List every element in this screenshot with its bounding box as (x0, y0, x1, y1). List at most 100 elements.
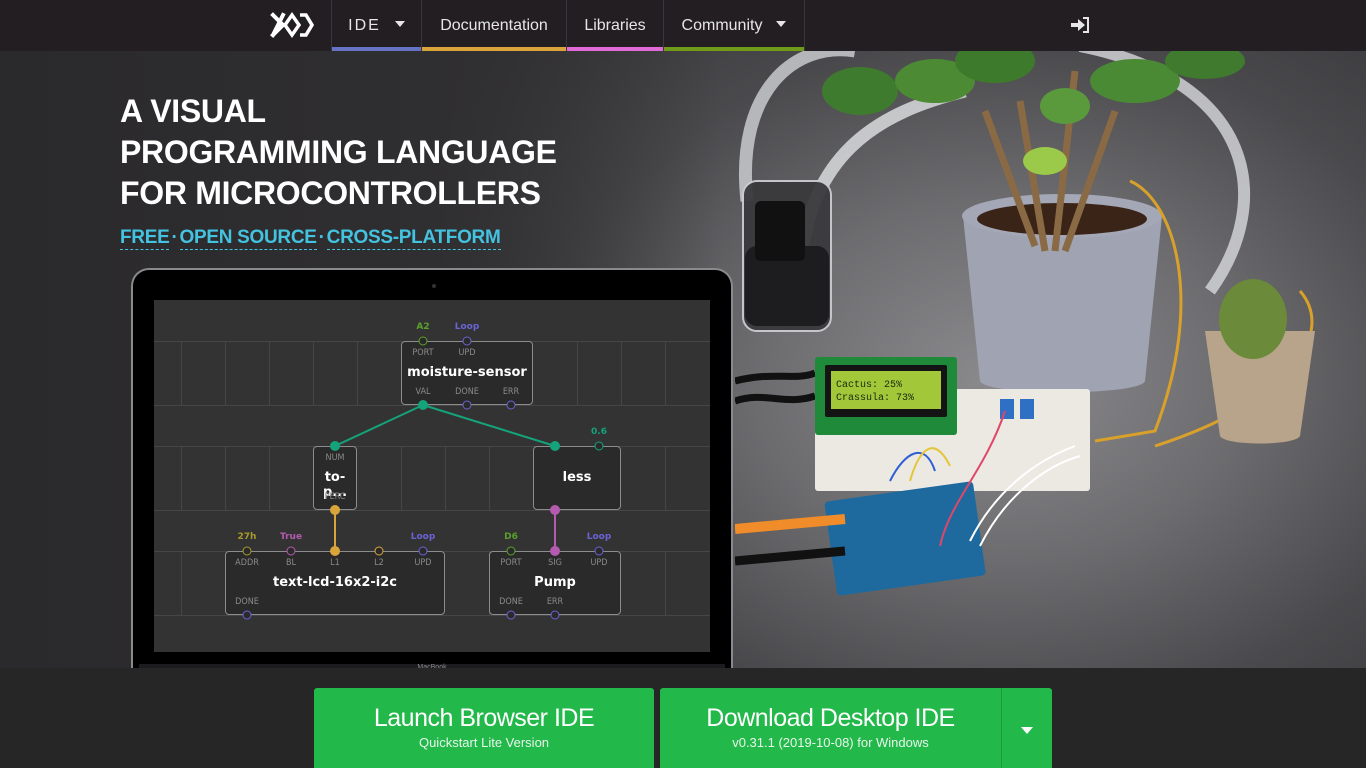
pin-value: True (279, 532, 303, 542)
download-options-dropdown[interactable] (1001, 688, 1052, 768)
node-title: less (562, 470, 592, 485)
nav-community-label: Community (681, 16, 763, 34)
pin-addr[interactable] (242, 546, 252, 556)
hero-photo: Cactus: 25% Crassula: 73% (735, 51, 1315, 596)
tagline-cross-platform-link[interactable]: CROSS-PLATFORM (326, 227, 501, 250)
pin-label: SIG (548, 558, 562, 568)
pin-port[interactable] (506, 546, 516, 556)
pin-value: 0.6 (591, 427, 607, 437)
cta-section: Launch Browser IDE Quickstart Lite Versi… (0, 668, 1366, 768)
download-button-subtitle: v0.31.1 (2019-10-08) for Windows (732, 735, 929, 750)
lcd-line-2: Crassula: 73% (836, 392, 914, 404)
tagline-separator: · (171, 227, 178, 248)
lcd-line-1: Cactus: 25% (836, 380, 902, 391)
pin-value: Loop (586, 532, 612, 542)
pin-label: PORT (500, 558, 522, 568)
pin-num[interactable] (330, 441, 340, 451)
pin-less-out[interactable] (550, 505, 560, 515)
pin-label: DONE (499, 597, 523, 607)
pin-done[interactable] (506, 610, 516, 620)
pin-value: D6 (504, 532, 518, 542)
pin-label: NUM (325, 453, 345, 463)
nav-libraries-label: Libraries (584, 16, 646, 34)
pin-value: A2 (416, 322, 430, 332)
nav-ide-underline (332, 47, 421, 51)
pin-value: Loop (410, 532, 436, 542)
link-val-less (422, 404, 556, 447)
pin-sig[interactable] (550, 546, 560, 556)
chevron-down-icon (776, 20, 787, 27)
pin-done[interactable] (462, 400, 472, 410)
pin-label: DONE (455, 387, 479, 397)
pin-label: VAL (415, 387, 431, 397)
pin-label: ERR (502, 387, 520, 397)
nav-documentation-label: Documentation (440, 16, 548, 34)
headline-line: A VISUAL (120, 93, 266, 129)
xod-logo[interactable] (270, 10, 314, 40)
pin-l2[interactable] (374, 546, 384, 556)
node-title: Pump (534, 575, 576, 590)
pin-label: BL (285, 558, 297, 568)
download-button-title: Download Desktop IDE (706, 704, 955, 732)
pin-port[interactable] (418, 336, 428, 346)
launch-browser-ide-button[interactable]: Launch Browser IDE Quickstart Lite Versi… (314, 688, 654, 768)
tagline-open-source-link[interactable]: OPEN SOURCE (179, 227, 317, 250)
arduino-board (824, 481, 986, 596)
nav-ide[interactable]: IDE (331, 0, 421, 51)
pin-upd[interactable] (594, 546, 604, 556)
pin-label: UPD (590, 558, 608, 568)
water-pump (755, 201, 805, 261)
pin-label: L1 (330, 558, 340, 568)
top-navbar: IDE Documentation Libraries Community (0, 0, 1366, 51)
pin-label: ERR (546, 597, 564, 607)
pin-label: UPD (458, 348, 476, 358)
node-title: text-lcd-16x2-i2c (272, 575, 397, 590)
hero-section: Cactus: 25% Crassula: 73% A VISUAL PROGR… (0, 51, 1366, 668)
launch-button-subtitle: Quickstart Lite Version (418, 735, 550, 750)
pin-label: DONE (235, 597, 259, 607)
pin-upd[interactable] (462, 336, 472, 346)
pin-label: UPD (414, 558, 432, 568)
pin-label: PERC (324, 492, 346, 502)
node-less[interactable]: less (533, 446, 621, 510)
launch-button-title: Launch Browser IDE (373, 704, 595, 732)
hero-headline: A VISUAL PROGRAMMING LANGUAGE FOR MICROC… (120, 91, 557, 214)
pin-less-y[interactable] (594, 441, 604, 451)
pin-perc[interactable] (330, 505, 340, 515)
nav-community-underline (664, 47, 804, 51)
nav-documentation-underline (422, 47, 566, 51)
link-val-num (334, 404, 424, 447)
patch-canvas: moisture-sensor to-p... less text-lcd-16… (154, 300, 710, 652)
pin-l1[interactable] (330, 546, 340, 556)
tagline-separator: · (318, 227, 325, 248)
node-title: moisture-sensor (407, 365, 527, 380)
pin-bl[interactable] (286, 546, 296, 556)
headline-line: PROGRAMMING LANGUAGE (120, 134, 557, 170)
pin-done[interactable] (242, 610, 252, 620)
nav-ide-label: IDE (348, 16, 381, 34)
laptop-mockup: moisture-sensor to-p... less text-lcd-16… (131, 268, 733, 668)
caret-down-icon (1021, 727, 1033, 734)
pin-label: L2 (374, 558, 384, 568)
sign-in-icon[interactable] (1070, 15, 1090, 35)
nav-community[interactable]: Community (663, 0, 804, 51)
nav-libraries-underline (567, 47, 663, 51)
nav-divider (804, 0, 805, 51)
pin-err[interactable] (550, 610, 560, 620)
pin-label: PORT (412, 348, 434, 358)
chevron-down-icon (394, 20, 405, 27)
pin-err[interactable] (506, 400, 516, 410)
pin-label: ADDR (235, 558, 259, 568)
pin-upd[interactable] (418, 546, 428, 556)
hero-tagline: FREE · OPEN SOURCE · CROSS-PLATFORM (120, 227, 501, 250)
camera-icon (432, 284, 436, 288)
tagline-free-link[interactable]: FREE (120, 227, 170, 250)
pin-value: Loop (454, 322, 480, 332)
nav-documentation[interactable]: Documentation (421, 0, 566, 51)
download-desktop-ide-button[interactable]: Download Desktop IDE v0.31.1 (2019-10-08… (660, 688, 1001, 768)
pin-value: 27h (237, 532, 257, 542)
pin-less-x[interactable] (550, 441, 560, 451)
pin-val[interactable] (418, 400, 428, 410)
headline-line: FOR MICROCONTROLLERS (120, 175, 541, 211)
nav-libraries[interactable]: Libraries (566, 0, 663, 51)
